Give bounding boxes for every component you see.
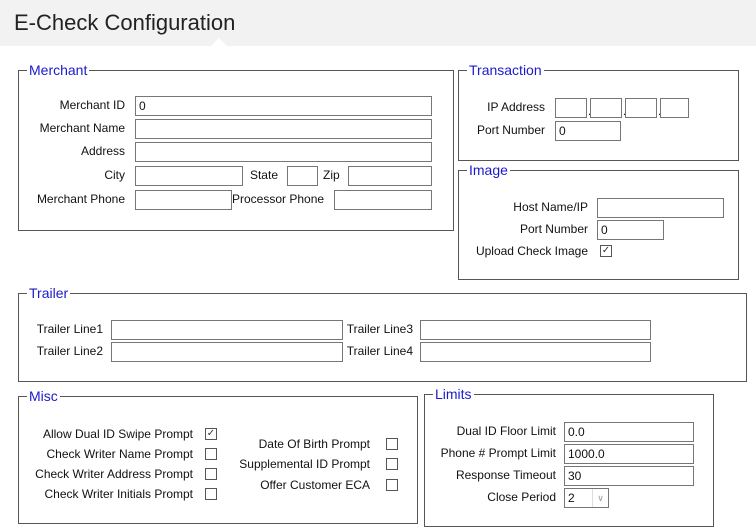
close-period-label: Close Period (487, 490, 556, 504)
merchant-legend: Merchant (27, 61, 90, 79)
phone-limit-input[interactable] (564, 444, 694, 464)
offer-eca-checkbox[interactable] (386, 479, 398, 491)
trailer-line1-label: Trailer Line1 (36, 322, 103, 336)
merchant-phone-label: Merchant Phone (36, 192, 125, 206)
address-label: Address (80, 144, 125, 158)
ip-octet-4[interactable] (660, 98, 689, 118)
port-number-label: Port Number (476, 123, 545, 137)
allow-dual-id-checkbox[interactable]: ✓ (205, 428, 217, 440)
response-timeout-input[interactable] (564, 466, 694, 486)
close-period-select[interactable]: 2 ∨ (564, 488, 609, 508)
trailer-line4-input[interactable] (420, 342, 651, 362)
supplemental-id-checkbox[interactable] (386, 458, 398, 470)
image-legend: Image (467, 161, 510, 179)
writer-name-checkbox[interactable] (205, 448, 217, 460)
writer-name-label: Check Writer Name Prompt (46, 447, 193, 461)
supplemental-id-label: Supplemental ID Prompt (239, 457, 370, 471)
limits-group: Limits Dual ID Floor Limit Phone # Promp… (424, 385, 714, 527)
state-input[interactable] (287, 166, 318, 186)
trailer-line4-label: Trailer Line4 (346, 344, 413, 358)
close-period-value: 2 (568, 491, 575, 505)
dob-checkbox[interactable] (386, 438, 398, 450)
ip-octet-1[interactable] (555, 98, 587, 118)
page-title: E-Check Configuration (14, 10, 236, 35)
trailer-legend: Trailer (27, 284, 71, 302)
zip-label: Zip (323, 168, 340, 182)
transaction-legend: Transaction (467, 61, 544, 79)
misc-legend: Misc (27, 387, 60, 405)
host-name-input[interactable] (597, 198, 724, 218)
transaction-port-input[interactable] (555, 121, 621, 141)
state-label: State (249, 168, 278, 182)
merchant-group: Merchant Merchant ID Merchant Name Addre… (18, 61, 454, 231)
ip-octet-2[interactable] (590, 98, 622, 118)
dual-floor-label: Dual ID Floor Limit (456, 424, 556, 438)
trailer-line3-label: Trailer Line3 (346, 322, 413, 336)
merchant-phone-input[interactable] (135, 190, 232, 210)
address-input[interactable] (135, 142, 432, 162)
title-bar: E-Check Configuration (0, 0, 756, 47)
city-label: City (104, 168, 125, 182)
writer-address-label: Check Writer Address Prompt (35, 467, 193, 481)
image-group: Image Host Name/IP Port Number Upload Ch… (458, 161, 739, 280)
merchant-name-label: Merchant Name (39, 121, 125, 135)
writer-initials-label: Check Writer Initials Prompt (44, 487, 193, 501)
image-port-label: Port Number (519, 222, 588, 236)
upload-check-image-label: Upload Check Image (475, 244, 588, 258)
host-name-label: Host Name/IP (513, 200, 588, 214)
merchant-id-input[interactable] (135, 96, 432, 116)
processor-phone-label: Processor Phone (232, 192, 325, 206)
allow-dual-id-label: Allow Dual ID Swipe Prompt (42, 427, 193, 441)
zip-input[interactable] (348, 166, 432, 186)
dual-floor-input[interactable] (564, 422, 694, 442)
upload-check-image-checkbox[interactable]: ✓ (600, 245, 612, 257)
chevron-down-icon: ∨ (592, 489, 608, 507)
dob-label: Date Of Birth Prompt (258, 437, 370, 451)
phone-limit-label: Phone # Prompt Limit (440, 446, 556, 460)
writer-initials-checkbox[interactable] (205, 488, 217, 500)
trailer-group: Trailer Trailer Line1 Trailer Line3 Trai… (18, 284, 747, 382)
writer-address-checkbox[interactable] (205, 468, 217, 480)
trailer-line2-input[interactable] (111, 342, 343, 362)
merchant-id-label: Merchant ID (59, 98, 125, 112)
city-input[interactable] (135, 166, 243, 186)
trailer-line1-input[interactable] (111, 320, 343, 340)
title-notch (210, 38, 228, 47)
ip-octet-3[interactable] (625, 98, 657, 118)
processor-phone-input[interactable] (334, 190, 432, 210)
transaction-group: Transaction IP Address . . . Port Number (458, 61, 739, 161)
image-port-input[interactable] (597, 220, 664, 240)
trailer-line2-label: Trailer Line2 (36, 344, 103, 358)
merchant-name-input[interactable] (135, 119, 432, 139)
offer-eca-label: Offer Customer ECA (260, 478, 370, 492)
response-timeout-label: Response Timeout (455, 468, 556, 482)
trailer-line3-input[interactable] (420, 320, 651, 340)
ip-address-label: IP Address (487, 100, 545, 114)
limits-legend: Limits (433, 385, 474, 403)
misc-group: Misc Allow Dual ID Swipe Prompt ✓ Check … (18, 387, 418, 524)
